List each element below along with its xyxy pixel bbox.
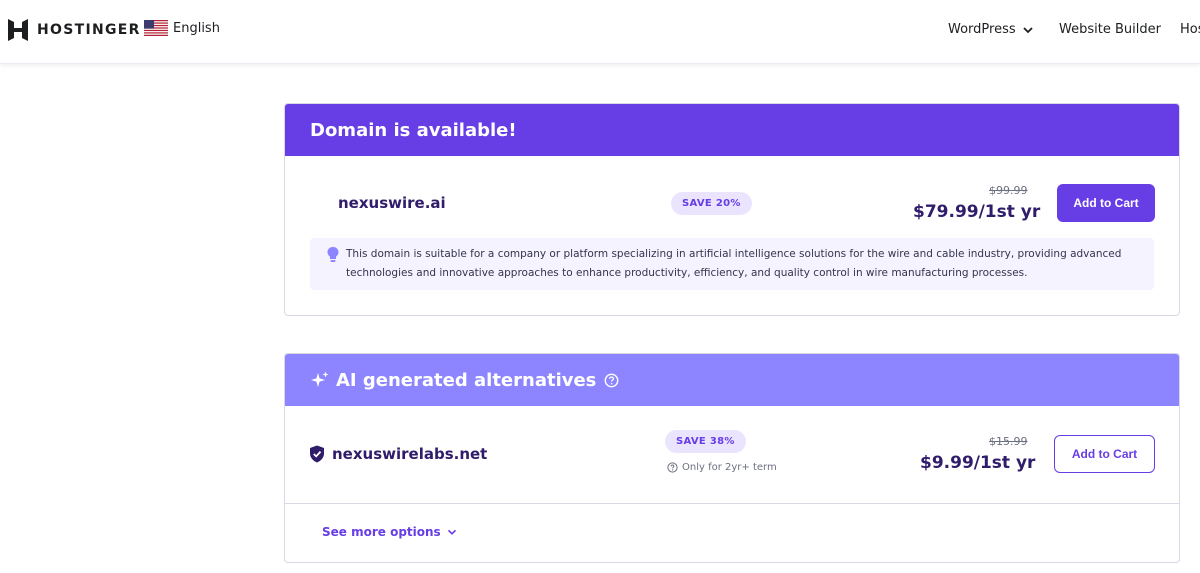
see-more-options-button[interactable]: See more options: [322, 525, 457, 539]
see-more-label: See more options: [322, 525, 441, 539]
add-to-cart-button[interactable]: Add to Cart: [1057, 184, 1155, 222]
divider: [285, 503, 1179, 504]
lightbulb-icon: [327, 247, 339, 262]
nav-label: Hos: [1180, 22, 1200, 37]
list-item: nexuswirelabs.net SAVE 38% Only for 2yr+…: [285, 406, 1179, 502]
help-circle-icon[interactable]: [604, 373, 619, 388]
chevron-down-icon: [1023, 26, 1033, 33]
term-note: Only for 2yr+ term: [667, 462, 777, 473]
hostinger-logo[interactable]: HOSTINGER: [8, 19, 141, 41]
domain-name: nexuswire.ai: [338, 194, 446, 212]
card-title: Domain is available!: [285, 104, 1179, 156]
top-navigation-bar: HOSTINGER English WordPress Website Buil…: [0, 0, 1200, 64]
logo-text: HOSTINGER: [37, 22, 141, 38]
domain-available-card: Domain is available! nexuswire.ai SAVE 2…: [284, 103, 1180, 316]
shield-check-icon: [310, 445, 324, 463]
nav-label: Website Builder: [1059, 22, 1161, 37]
domain-name: nexuswirelabs.net: [332, 445, 488, 463]
term-note-text: Only for 2yr+ term: [682, 462, 777, 473]
nav-item-wordpress[interactable]: WordPress: [948, 22, 1034, 37]
hostinger-logo-icon: [8, 19, 28, 41]
old-price: $15.99: [989, 435, 1028, 448]
help-circle-icon: [667, 462, 678, 473]
language-label: English: [173, 20, 220, 36]
card-title: AI generated alternatives: [336, 369, 597, 391]
domain-description: This domain is suitable for a company or…: [310, 238, 1154, 290]
language-selector[interactable]: English: [144, 20, 220, 36]
old-price: $99.99: [989, 184, 1028, 197]
add-to-cart-button[interactable]: Add to Cart: [1054, 435, 1155, 473]
save-badge: SAVE 20%: [671, 192, 752, 215]
description-text: This domain is suitable for a company or…: [346, 248, 1122, 279]
nav-item-hosting[interactable]: Hos: [1180, 22, 1200, 37]
ai-alternatives-header: AI generated alternatives: [285, 354, 1179, 406]
us-flag-icon: [144, 20, 168, 36]
chevron-down-icon: [447, 529, 456, 535]
sparkle-icon: [311, 371, 329, 387]
nav-item-website-builder[interactable]: Website Builder: [1059, 22, 1161, 37]
price: $9.99/1st yr: [920, 453, 1036, 473]
price: $79.99/1st yr: [913, 202, 1041, 222]
ai-alternatives-card: AI generated alternatives nexuswirelabs.…: [284, 353, 1180, 563]
nav-label: WordPress: [948, 22, 1016, 37]
save-badge: SAVE 38%: [665, 430, 746, 453]
